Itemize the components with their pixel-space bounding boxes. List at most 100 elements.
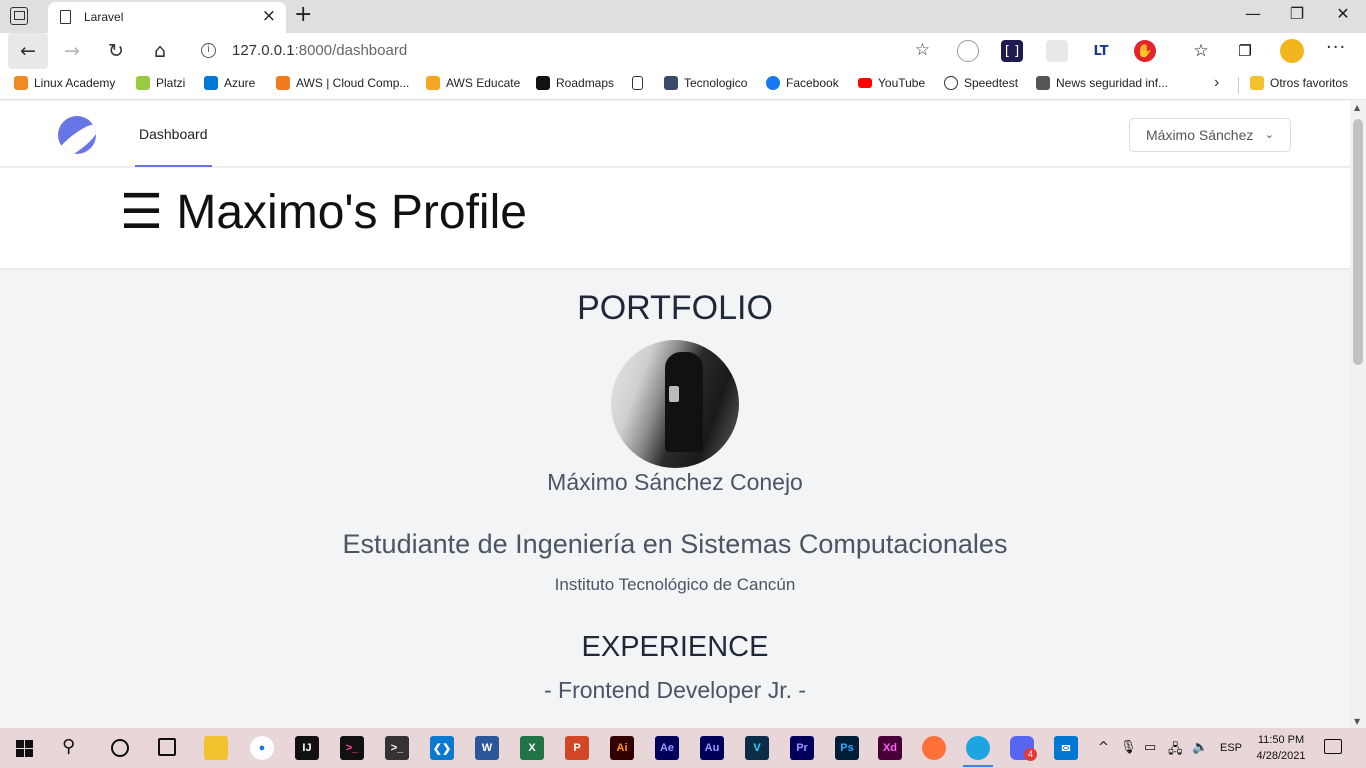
- illustrator-icon[interactable]: Ai: [610, 736, 634, 760]
- microphone-icon[interactable]: 🎙: [1120, 740, 1137, 755]
- extension-clock-icon[interactable]: [957, 40, 979, 62]
- app-navigation: Dashboard Máximo Sánchez ⌄: [0, 101, 1350, 167]
- page-icon: [60, 10, 71, 24]
- browser-tab[interactable]: Laravel ×: [48, 2, 286, 33]
- nav-link-dashboard[interactable]: Dashboard: [135, 101, 212, 167]
- collections-icon[interactable]: ❐: [1234, 40, 1256, 62]
- intellij-icon[interactable]: IJ: [295, 736, 319, 760]
- mail-icon[interactable]: ✉: [1054, 736, 1078, 760]
- reload-icon[interactable]: ↻: [96, 33, 136, 69]
- extension-grid-icon[interactable]: [1046, 40, 1068, 62]
- bookmark-label: Tecnologico: [684, 76, 748, 90]
- bookmarks-divider: [1238, 77, 1239, 94]
- portfolio-heading: PORTFOLIO: [577, 289, 773, 327]
- bookmark-label: Speedtest: [964, 76, 1019, 90]
- discord-badge: 4: [1024, 748, 1037, 761]
- bookmark-icon: [204, 76, 218, 90]
- firefox-icon[interactable]: [922, 736, 946, 760]
- other-favorites-label: Otros favoritos: [1270, 76, 1349, 90]
- scrollbar-thumb[interactable]: [1353, 119, 1363, 365]
- info-icon[interactable]: i: [201, 43, 216, 58]
- excel-icon[interactable]: X: [520, 736, 544, 760]
- audition-icon[interactable]: Au: [700, 736, 724, 760]
- tab-title: Laravel: [84, 10, 124, 24]
- profile-avatar-icon[interactable]: [1280, 39, 1304, 63]
- forward-arrow-icon[interactable]: →: [52, 33, 92, 69]
- bookmark-item[interactable]: Speedtest: [944, 76, 1018, 90]
- edge-icon[interactable]: [966, 736, 990, 760]
- bookmark-item[interactable]: Platzi: [136, 76, 185, 90]
- other-favorites[interactable]: Otros favoritos: [1250, 76, 1348, 90]
- photoshop-icon[interactable]: Ps: [835, 736, 859, 760]
- chevron-right-icon[interactable]: ›: [1214, 74, 1219, 92]
- tab-close-icon[interactable]: ×: [262, 6, 276, 26]
- profile-school: Instituto Tecnológico de Cancún: [554, 575, 796, 594]
- extension-adblock-icon[interactable]: ✋: [1134, 40, 1156, 62]
- battery-icon[interactable]: ▭: [1144, 740, 1156, 755]
- notifications-icon[interactable]: [1324, 739, 1342, 754]
- extension-languagetool-icon[interactable]: LT: [1090, 40, 1112, 62]
- scroll-up-icon[interactable]: ▲: [1354, 103, 1360, 112]
- bookmark-icon: [664, 76, 678, 90]
- chrome-canary-icon[interactable]: ●: [250, 736, 274, 760]
- premiere-icon[interactable]: Pr: [790, 736, 814, 760]
- clock-time: 11:50 PM: [1257, 734, 1305, 746]
- more-options-icon[interactable]: ···: [1326, 37, 1346, 58]
- user-menu-dropdown[interactable]: Máximo Sánchez ⌄: [1129, 118, 1291, 152]
- powerpoint-icon[interactable]: P: [565, 736, 589, 760]
- minimize-icon[interactable]: —: [1230, 4, 1276, 23]
- back-arrow-icon[interactable]: ←: [8, 33, 48, 69]
- extension-bracket-icon[interactable]: [ ]: [1001, 40, 1023, 62]
- word-icon[interactable]: W: [475, 736, 499, 760]
- search-icon[interactable]: ⚲: [62, 736, 75, 757]
- network-icon[interactable]: 🖧: [1168, 740, 1183, 762]
- xd-icon[interactable]: Xd: [878, 736, 902, 760]
- vscode-icon[interactable]: ❮❯: [430, 736, 454, 760]
- bookmark-item[interactable]: [632, 76, 643, 90]
- task-view-icon[interactable]: [158, 738, 176, 756]
- cortana-icon[interactable]: [111, 739, 129, 757]
- show-hidden-icons-icon[interactable]: ^: [1098, 740, 1109, 755]
- experience-role: - Frontend Developer Jr. -: [543, 677, 807, 703]
- system-clock[interactable]: 11:50 PM 4/28/2021: [1252, 732, 1310, 764]
- bookmark-item[interactable]: YouTube: [858, 76, 925, 90]
- url-text[interactable]: 127.0.0.1:8000/dashboard: [232, 42, 407, 59]
- facebook-icon: [766, 76, 780, 90]
- vegas-icon[interactable]: V: [745, 736, 769, 760]
- speedtest-icon: [944, 76, 958, 90]
- bookmark-item[interactable]: Roadmaps: [536, 76, 614, 90]
- bookmark-item[interactable]: News seguridad inf...: [1036, 76, 1168, 90]
- volume-icon[interactable]: 🔈: [1192, 740, 1208, 755]
- bookmark-icon: [536, 76, 550, 90]
- bookmark-item[interactable]: AWS Educate: [426, 76, 520, 90]
- close-window-icon[interactable]: ✕: [1320, 4, 1366, 23]
- windows-taskbar: ⚲ ● IJ >_ >_ ❮❯ W X P Ai Ae Au V Pr Ps X…: [0, 728, 1366, 768]
- favorites-icon[interactable]: ☆: [1190, 40, 1212, 62]
- home-icon[interactable]: ⌂: [140, 33, 180, 69]
- new-tab-icon[interactable]: +: [294, 2, 312, 27]
- restore-icon[interactable]: ❐: [1274, 4, 1320, 23]
- add-favorite-icon[interactable]: ☆: [915, 40, 930, 60]
- bookmark-label: Facebook: [786, 76, 839, 90]
- bookmark-item[interactable]: Linux Academy: [14, 76, 115, 90]
- bookmark-item[interactable]: Tecnologico: [664, 76, 747, 90]
- bookmark-label: AWS Educate: [446, 76, 521, 90]
- windows-start-icon[interactable]: [16, 740, 33, 757]
- bookmark-item[interactable]: AWS | Cloud Comp...: [276, 76, 409, 90]
- app-logo[interactable]: [58, 116, 96, 154]
- file-explorer-icon[interactable]: [204, 736, 228, 760]
- terminal-icon[interactable]: >_: [385, 736, 409, 760]
- photo-figure: [665, 352, 703, 452]
- after-effects-icon[interactable]: Ae: [655, 736, 679, 760]
- tab-actions-icon[interactable]: [10, 7, 28, 25]
- page-icon: [632, 76, 643, 90]
- terminal-pink-icon[interactable]: >_: [340, 736, 364, 760]
- bookmark-label: News seguridad inf...: [1056, 76, 1169, 90]
- address-bar[interactable]: i 127.0.0.1:8000/dashboard ☆: [188, 36, 940, 66]
- scroll-down-icon[interactable]: ▼: [1354, 717, 1360, 726]
- folder-icon: [1250, 76, 1264, 90]
- bookmark-item[interactable]: Facebook: [766, 76, 839, 90]
- bookmark-item[interactable]: Azure: [204, 76, 255, 90]
- page-scrollbar[interactable]: ▲ ▼: [1350, 101, 1366, 728]
- language-indicator[interactable]: ESP: [1220, 742, 1242, 754]
